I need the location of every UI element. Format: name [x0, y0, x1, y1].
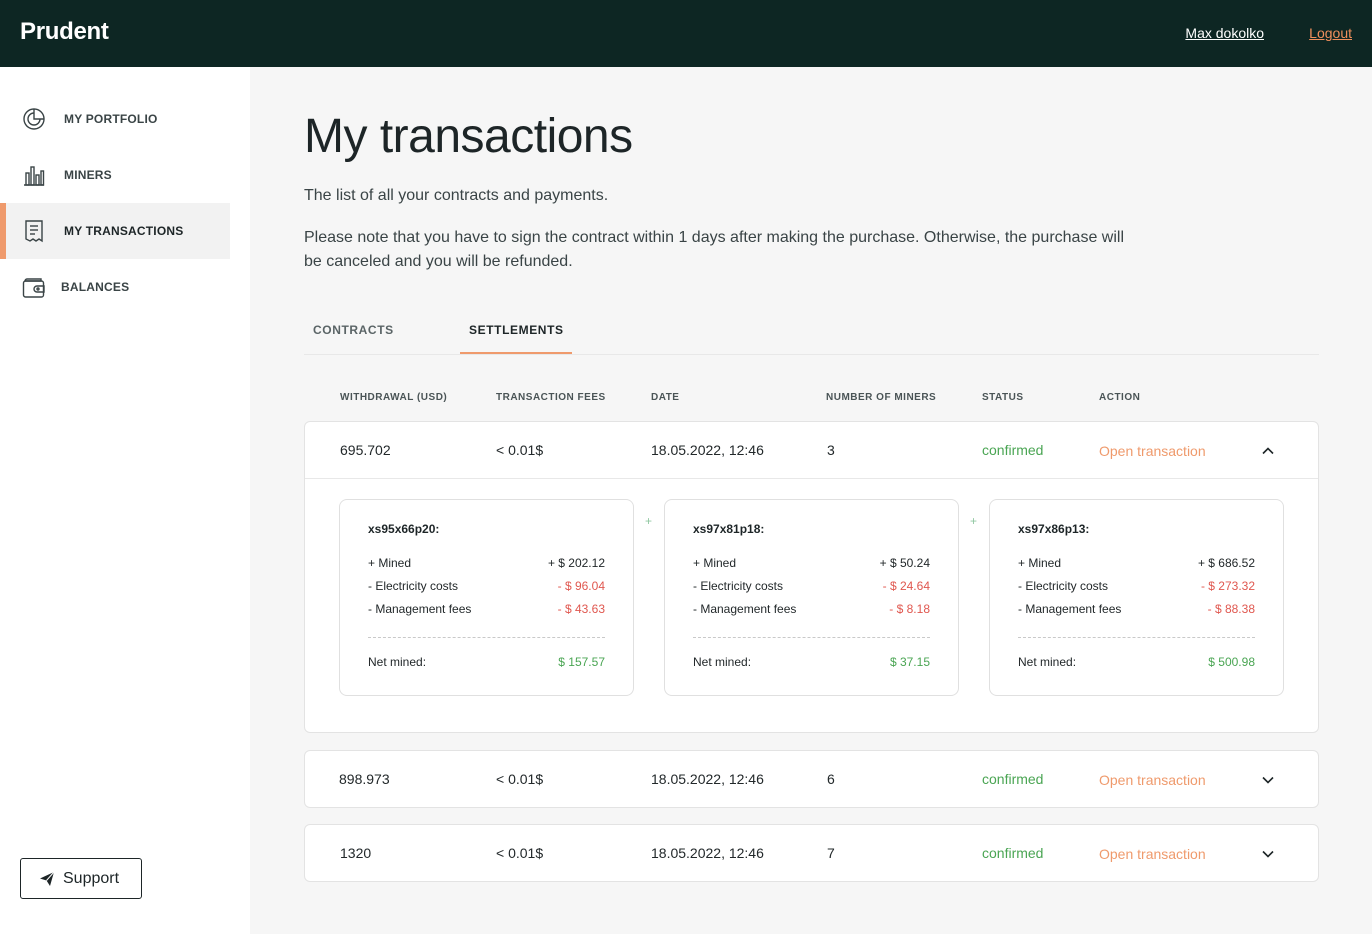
top-header: Prudent Max dokolko Logout: [0, 0, 1372, 67]
electricity-label: - Electricity costs: [368, 579, 459, 593]
sidebar-item-label: MY PORTFOLIO: [64, 112, 158, 126]
management-value: - $ 8.18: [889, 602, 930, 616]
net-mined-label: Net mined:: [1018, 655, 1077, 669]
chevron-down-icon[interactable]: [1261, 847, 1275, 861]
miners-count: 6: [827, 771, 835, 787]
net-mined-value: $ 37.15: [889, 655, 930, 669]
row-divider: [305, 478, 1318, 479]
electricity-value: - $ 24.64: [882, 579, 930, 593]
wallet-icon: [22, 278, 45, 298]
chevron-up-icon[interactable]: [1261, 444, 1275, 458]
electricity-label: - Electricity costs: [693, 579, 784, 593]
sidebar-item-label: MINERS: [64, 168, 112, 182]
status-badge: confirmed: [982, 442, 1044, 458]
mined-label: + Mined: [368, 556, 412, 570]
management-label: - Management fees: [1018, 602, 1122, 616]
support-button[interactable]: Support: [20, 858, 142, 899]
electricity-value: - $ 273.32: [1200, 579, 1255, 593]
date-value: 18.05.2022, 12:46: [651, 845, 764, 861]
status-badge: confirmed: [982, 845, 1044, 861]
chevron-down-icon[interactable]: [1261, 773, 1275, 787]
open-transaction-link[interactable]: Open transaction: [1099, 443, 1206, 459]
net-mined-label: Net mined:: [368, 655, 427, 669]
fees-value: < 0.01$: [496, 771, 544, 787]
miner-card: xs97x81p18: + Mined + $ 50.24 - Electric…: [664, 499, 959, 696]
miners-count: 3: [827, 442, 835, 458]
mined-label: + Mined: [693, 556, 737, 570]
withdrawal-value: 695.702: [340, 442, 391, 458]
table-row[interactable]: 1320 < 0.01$ 18.05.2022, 12:46 7 confirm…: [304, 824, 1319, 882]
receipt-icon: [25, 220, 43, 243]
plus-separator: +: [645, 514, 653, 528]
sidebar-item-miners[interactable]: MINERS: [0, 147, 230, 203]
fees-value: < 0.01$: [496, 442, 544, 458]
miner-id: xs95x66p20:: [368, 522, 440, 536]
net-mined-value: $ 157.57: [558, 655, 605, 669]
pie-chart-icon: [23, 108, 45, 130]
miner-id: xs97x86p13:: [1018, 522, 1090, 536]
dashed-divider: [693, 637, 930, 638]
date-value: 18.05.2022, 12:46: [651, 442, 764, 458]
management-value: - $ 43.63: [557, 602, 605, 616]
management-label: - Management fees: [368, 602, 472, 616]
plus-separator: +: [970, 514, 978, 528]
dashed-divider: [1018, 637, 1255, 638]
fees-value: < 0.01$: [496, 845, 544, 861]
support-label: Support: [63, 870, 120, 887]
net-mined-label: Net mined:: [693, 655, 752, 669]
sidebar: MY PORTFOLIO MINERS MY TRANSACTIONS BALA…: [0, 67, 250, 934]
tab-contracts[interactable]: CONTRACTS: [313, 323, 394, 337]
dashed-divider: [368, 637, 605, 638]
send-icon: [40, 871, 55, 886]
main-content: My transactions The list of all your con…: [250, 67, 1372, 934]
mined-value: + $ 686.52: [1197, 556, 1255, 570]
open-transaction-link[interactable]: Open transaction: [1099, 846, 1206, 862]
sidebar-item-my-transactions[interactable]: MY TRANSACTIONS: [0, 203, 230, 259]
table-row: 695.702 < 0.01$ 18.05.2022, 12:46 3 conf…: [304, 421, 1319, 733]
miner-card: xs97x86p13: + Mined + $ 686.52 - Electri…: [989, 499, 1284, 696]
user-profile-link[interactable]: Max dokolko: [1185, 25, 1264, 41]
sidebar-item-balances[interactable]: BALANCES: [0, 259, 230, 315]
logout-link[interactable]: Logout: [1309, 25, 1352, 41]
tab-settlements[interactable]: SETTLEMENTS: [469, 323, 564, 337]
management-value: - $ 88.38: [1207, 602, 1255, 616]
column-header-action: ACTION: [1099, 392, 1141, 403]
column-header-status: STATUS: [982, 392, 1024, 403]
miner-card: xs95x66p20: + Mined + $ 202.12 - Electri…: [339, 499, 634, 696]
column-header-date: DATE: [651, 392, 680, 403]
page-title: My transactions: [304, 110, 633, 163]
column-header-miners: NUMBER OF MINERS: [826, 392, 937, 403]
page-subtitle: The list of all your contracts and payme…: [304, 187, 609, 204]
column-header-fees: TRANSACTION FEES: [496, 392, 606, 403]
bar-chart-icon: [24, 166, 45, 186]
miner-id: xs97x81p18:: [693, 522, 765, 536]
table-row[interactable]: 898.973 < 0.01$ 18.05.2022, 12:46 6 conf…: [304, 750, 1319, 808]
sidebar-item-my-portfolio[interactable]: MY PORTFOLIO: [0, 91, 230, 147]
column-header-withdrawal: WITHDRAWAL (USD): [340, 392, 448, 403]
net-mined-value: $ 500.98: [1208, 655, 1255, 669]
tabs: CONTRACTS SETTLEMENTS: [304, 313, 1319, 355]
withdrawal-value: 1320: [340, 845, 372, 861]
page-note: Please note that you have to sign the co…: [304, 229, 1125, 270]
electricity-label: - Electricity costs: [1018, 579, 1109, 593]
mined-value: + $ 202.12: [547, 556, 605, 570]
status-badge: confirmed: [982, 771, 1044, 787]
date-value: 18.05.2022, 12:46: [651, 771, 764, 787]
sidebar-item-label: MY TRANSACTIONS: [64, 224, 184, 238]
management-label: - Management fees: [693, 602, 797, 616]
tab-active-indicator: [460, 352, 572, 354]
sidebar-item-label: BALANCES: [61, 280, 130, 294]
withdrawal-value: 898.973: [339, 771, 390, 787]
app-logo[interactable]: Prudent: [20, 18, 109, 46]
miners-count: 7: [827, 845, 835, 861]
electricity-value: - $ 96.04: [557, 579, 605, 593]
mined-value: + $ 50.24: [879, 556, 930, 570]
mined-label: + Mined: [1018, 556, 1062, 570]
open-transaction-link[interactable]: Open transaction: [1099, 772, 1206, 788]
